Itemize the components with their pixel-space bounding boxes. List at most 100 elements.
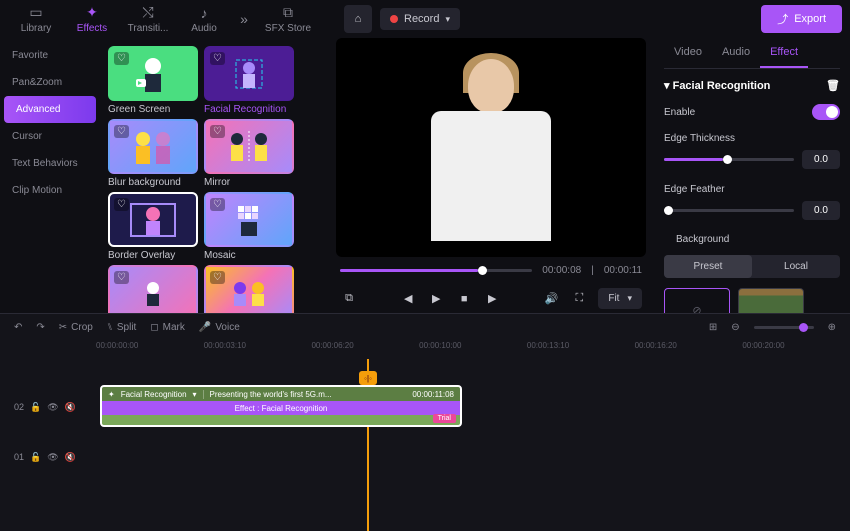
prev-frame-button[interactable]: ◀: [399, 290, 417, 308]
next-icon: ▶: [488, 292, 496, 305]
chevron-down-icon: ▾: [627, 293, 632, 304]
progress-handle[interactable]: [478, 266, 487, 275]
stop-icon: ■: [461, 293, 468, 305]
effect-facial-recognition[interactable]: ♡ Facial Recognition: [204, 46, 294, 115]
library-icon: ▭: [29, 4, 42, 21]
collapse-icon: ▾: [664, 80, 670, 92]
effect-item[interactable]: ♡: [108, 265, 198, 313]
redo-button[interactable]: ↷: [36, 322, 44, 333]
effect-green-screen[interactable]: ♡ Green Screen: [108, 46, 198, 115]
chevron-down-icon: ▾: [445, 14, 450, 25]
mute-icon[interactable]: 🔇: [65, 402, 76, 413]
mark-tool[interactable]: ◻Mark: [150, 322, 185, 333]
sidebar-item-advanced[interactable]: Advanced: [4, 96, 96, 123]
split-icon: ⑊: [107, 322, 113, 333]
undo-button[interactable]: ↶: [14, 322, 22, 333]
edge-feather-value[interactable]: 0.0: [802, 201, 840, 220]
favorite-icon: ♡: [210, 271, 225, 284]
video-preview: [336, 38, 646, 257]
edge-feather-slider[interactable]: [664, 209, 794, 212]
audio-icon: ♪: [201, 5, 208, 21]
sidebar-item-clip-motion[interactable]: Clip Motion: [0, 177, 100, 204]
tab-library[interactable]: ▭Library: [8, 0, 64, 38]
enable-label: Enable: [664, 107, 695, 118]
rtab-audio[interactable]: Audio: [712, 38, 760, 68]
zoom-in-button[interactable]: ⊕: [828, 322, 836, 333]
snapshot-button[interactable]: ⧉: [340, 290, 358, 308]
clip-effect-name: Facial Recognition: [121, 390, 187, 399]
track-number: 01: [14, 452, 24, 462]
voice-tool[interactable]: 🎤Voice: [199, 322, 240, 333]
favorite-icon: ♡: [210, 198, 225, 211]
home-button[interactable]: ⌂: [344, 5, 372, 33]
effect-mirror[interactable]: ♡ Mirror: [204, 119, 294, 188]
delete-button[interactable]: 🗑: [826, 79, 840, 92]
export-button[interactable]: ⤴ Export: [761, 5, 842, 33]
tab-audio[interactable]: ♪Audio: [176, 0, 232, 38]
tab-sfx-store[interactable]: ⧉SFX Store: [256, 0, 320, 38]
tab-effects[interactable]: ✦Effects: [64, 0, 120, 38]
edge-feather-label: Edge Feather: [664, 184, 725, 195]
lock-icon[interactable]: 🔓: [30, 452, 41, 463]
background-label: Background: [664, 234, 840, 245]
play-button[interactable]: ▶: [427, 290, 445, 308]
favorite-icon: ♡: [210, 125, 225, 138]
effect-label: Mirror: [204, 177, 294, 188]
track-body-empty[interactable]: [96, 435, 850, 479]
volume-button[interactable]: 🔊: [542, 290, 560, 308]
time-current: 00:00:08: [542, 265, 581, 276]
fit-timeline-button[interactable]: ⊞: [709, 322, 717, 333]
minus-icon: ⊖: [731, 322, 739, 333]
stop-button[interactable]: ■: [455, 290, 473, 308]
clip-duration: 00:00:11:08: [412, 390, 454, 399]
eye-icon[interactable]: 👁: [47, 402, 58, 413]
crop-tool[interactable]: ✂Crop: [59, 322, 93, 333]
zoom-out-button[interactable]: ⊖: [731, 322, 739, 333]
split-tool[interactable]: ⑊Split: [107, 322, 136, 333]
effect-border-overlay[interactable]: ♡ Border Overlay: [108, 192, 198, 261]
edge-thickness-value[interactable]: 0.0: [802, 150, 840, 169]
enable-toggle[interactable]: [812, 104, 840, 120]
rtab-video[interactable]: Video: [664, 38, 712, 68]
effect-label: Mosaic: [204, 250, 294, 261]
undo-icon: ↶: [14, 322, 22, 333]
transitions-icon: ⤭: [142, 4, 153, 21]
video-clip[interactable]: ✦ Facial Recognition ▾ Presenting the wo…: [100, 385, 462, 427]
fullscreen-button[interactable]: ⛶: [570, 290, 588, 308]
bg-tab-local[interactable]: Local: [752, 255, 840, 278]
eye-icon[interactable]: 👁: [47, 452, 58, 463]
effect-label: Facial Recognition: [204, 104, 294, 115]
next-frame-button[interactable]: ▶: [483, 290, 501, 308]
timeline-size- легко-ruler[interactable]: 00:00:00:00 00:00:03:10 00:00:06:20 00:0…: [0, 341, 850, 359]
tab-more[interactable]: »: [232, 0, 256, 38]
sidebar-item-favorite[interactable]: Favorite: [0, 42, 100, 69]
fit-select[interactable]: Fit▾: [598, 288, 642, 309]
effect-mosaic[interactable]: ♡ Mosaic: [204, 192, 294, 261]
clip-effect-icon: ✦: [108, 390, 115, 399]
effects-icon: ✦: [86, 4, 98, 21]
plus-icon: ⊕: [828, 322, 836, 333]
record-button[interactable]: Record ▾: [380, 8, 460, 30]
tab-transitions[interactable]: ⤭Transiti...: [120, 0, 176, 38]
redo-icon: ↷: [36, 322, 44, 333]
effect-blur-background[interactable]: ♡ Blur background: [108, 119, 198, 188]
sidebar-item-cursor[interactable]: Cursor: [0, 123, 100, 150]
favorite-icon: ♡: [114, 271, 129, 284]
zoom-slider[interactable]: [754, 326, 814, 329]
rtab-effect[interactable]: Effect: [760, 38, 808, 68]
edge-thickness-slider[interactable]: [664, 158, 794, 161]
mute-icon[interactable]: 🔇: [65, 452, 76, 463]
sidebar-item-text-behaviors[interactable]: Text Behaviors: [0, 150, 100, 177]
home-icon: ⌂: [355, 13, 362, 25]
sidebar-item-panzoom[interactable]: Pan&Zoom: [0, 69, 100, 96]
track-number: 02: [14, 402, 24, 412]
prev-icon: ◀: [404, 292, 412, 305]
progress-bar[interactable]: [340, 269, 532, 272]
lock-icon[interactable]: 🔓: [30, 402, 41, 413]
bg-tab-preset[interactable]: Preset: [664, 255, 752, 278]
fullscreen-icon: ⛶: [575, 292, 583, 305]
export-icon: ⤴: [777, 11, 788, 27]
play-icon: ▶: [432, 292, 440, 305]
effect-item[interactable]: ♡: [204, 265, 294, 313]
clip-effect-label: Effect : Facial Recognition: [235, 404, 328, 413]
